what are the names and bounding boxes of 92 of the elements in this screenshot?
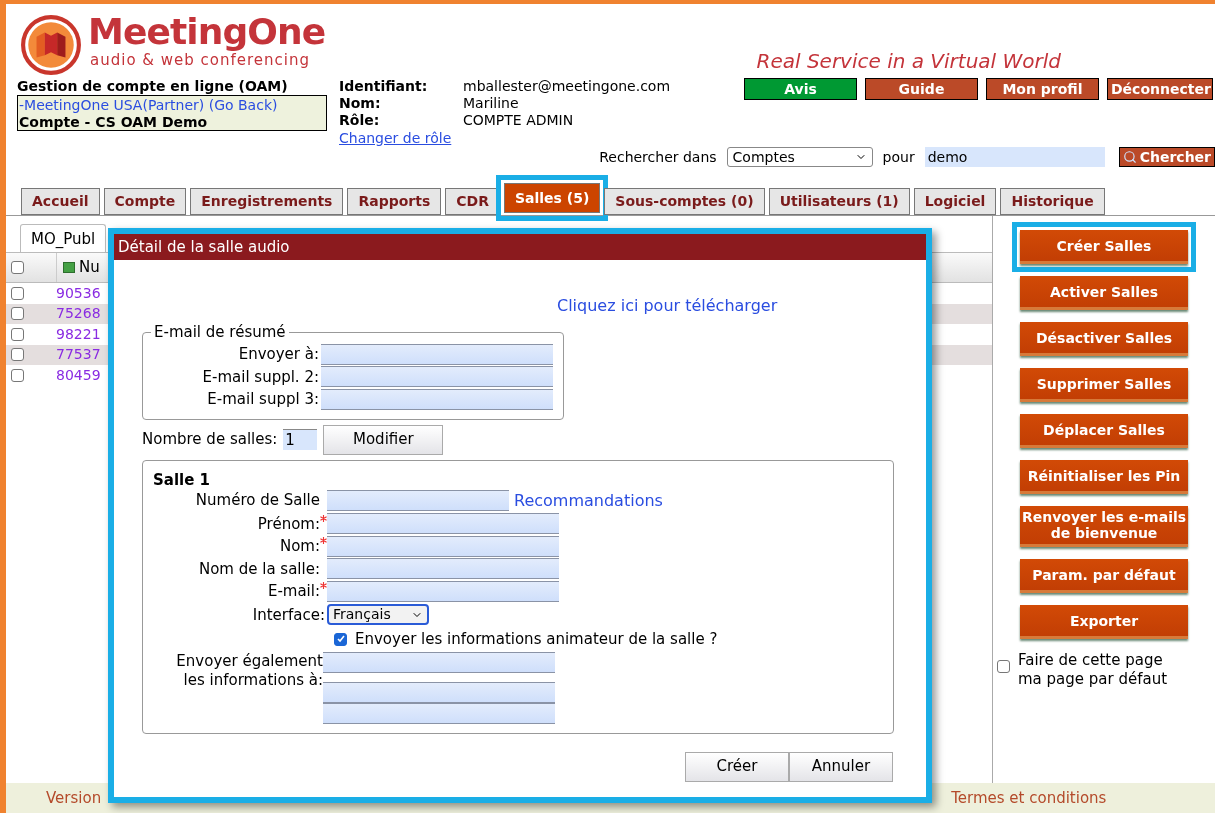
search-field[interactable]: demo: [924, 147, 1105, 167]
field-label: Nom de la salle:: [198, 558, 320, 580]
field-label: E-mail suppl 3:: [206, 389, 320, 410]
list-tab[interactable]: MO_Publ: [20, 224, 107, 252]
input-field[interactable]: [323, 702, 555, 724]
action-button[interactable]: Activer Salles: [1020, 276, 1188, 310]
room-number[interactable]: 90536: [56, 282, 101, 304]
field-label: E-mail suppl. 2:: [201, 366, 320, 388]
action-button[interactable]: Exporter: [1020, 605, 1188, 639]
header-button[interactable]: Mon profil: [986, 78, 1099, 100]
checkbox[interactable]: [997, 660, 1010, 673]
room-number[interactable]: 77537: [56, 344, 101, 366]
field-label: Interface:: [251, 604, 326, 626]
tab[interactable]: Accueil: [21, 188, 100, 215]
input-field[interactable]: [323, 681, 555, 703]
row-checkbox[interactable]: [11, 348, 24, 362]
action-button[interactable]: Réinitialiser les Pin: [1020, 460, 1188, 494]
action-button[interactable]: Déplacer Salles: [1020, 414, 1188, 448]
search-label: Rechercher dans: [599, 147, 717, 167]
tab[interactable]: Rapports: [347, 188, 442, 215]
interface-select[interactable]: Français: [327, 604, 429, 626]
scope-select[interactable]: Comptes: [726, 147, 873, 167]
column-header: Nu: [79, 257, 100, 279]
action-button[interactable]: Param. par défaut: [1020, 559, 1188, 593]
identity-label: Identifiant:: [339, 78, 429, 95]
input-field[interactable]: [323, 651, 555, 673]
column-icon: [63, 262, 75, 273]
field-label: E-mail:: [267, 581, 320, 602]
dialog-button[interactable]: Annuler: [789, 751, 893, 782]
input-field[interactable]: [327, 513, 559, 535]
count-label: Nombre de salles:: [142, 429, 278, 451]
field-label: Prénom:: [257, 513, 320, 535]
count-field[interactable]: 1: [283, 429, 318, 450]
brand-tagline: audio & web conferencing: [90, 52, 311, 68]
input-field[interactable]: [321, 343, 553, 365]
action-button[interactable]: Désactiver Salles: [1020, 322, 1188, 356]
row-checkbox[interactable]: [11, 286, 24, 300]
header-button[interactable]: Avis: [744, 78, 857, 100]
search-button[interactable]: Chercher: [1118, 147, 1215, 167]
field-label: Nom:: [279, 536, 320, 557]
input-field[interactable]: [327, 535, 559, 557]
header-button[interactable]: Déconnecter: [1107, 78, 1213, 100]
identity-label: Rôle:: [339, 112, 381, 129]
tab[interactable]: Logiciel: [913, 188, 997, 215]
checkbox[interactable]: [11, 261, 24, 274]
modify-button[interactable]: Modifier: [323, 424, 444, 455]
input-field[interactable]: [327, 490, 509, 511]
checkbox[interactable]: [334, 632, 347, 646]
identity-label: Nom:: [339, 95, 382, 112]
checkbox-label: Envoyer les informations animateur de la salle ?: [355, 629, 718, 650]
tab[interactable]: Utilisateurs (1): [768, 188, 910, 215]
action-button[interactable]: Créer Salles: [1020, 230, 1188, 264]
logo-icon: [20, 14, 82, 76]
account-name: Compte - CS OAM Demo: [19, 114, 209, 130]
change-role-link[interactable]: Changer de rôle: [339, 129, 452, 147]
identity-value: COMPTE ADMIN: [463, 112, 574, 129]
input-field[interactable]: [321, 366, 553, 388]
tab[interactable]: Compte: [103, 188, 187, 215]
brand-name: MeetingOne: [88, 12, 326, 52]
row-checkbox[interactable]: [11, 327, 24, 341]
action-button[interactable]: Renvoyer les e-mails de bienvenue: [1020, 506, 1188, 547]
tab[interactable]: Historique: [1000, 188, 1105, 215]
room-legend: Salle 1: [153, 470, 211, 489]
search-for-label: pour: [882, 147, 915, 167]
room-number[interactable]: 75268: [56, 303, 101, 325]
room-number[interactable]: 80459: [56, 364, 101, 386]
identity-value: Mariline: [463, 95, 519, 112]
tab[interactable]: Enregistrements: [190, 188, 344, 215]
field-label: Envoyer à:: [237, 344, 320, 365]
account-heading: Gestion de compte en ligne (OAM): [17, 78, 289, 95]
recommendations-link[interactable]: Recommandations: [514, 488, 663, 513]
field-label: Envoyer également les informations à:: [175, 651, 323, 691]
dialog-button[interactable]: Créer: [685, 751, 789, 782]
default-page-label: Faire de cette page ma page par défaut: [1018, 651, 1169, 689]
tab[interactable]: Sous-comptes (0): [604, 188, 765, 215]
go-back-link[interactable]: -MeetingOne USA(Partner) (Go Back): [19, 96, 325, 114]
field-label: Numéro de Salle: [195, 490, 320, 512]
input-field[interactable]: [327, 558, 559, 580]
search-icon: [1122, 150, 1137, 164]
input-field[interactable]: [321, 388, 553, 410]
identity-value: mballester@meetingone.com: [463, 78, 671, 95]
room-number[interactable]: 98221: [56, 323, 101, 345]
dialog-title: Détail de la salle audio: [114, 234, 926, 260]
input-field[interactable]: [327, 580, 559, 602]
row-checkbox[interactable]: [11, 307, 24, 321]
slogan: Real Service in a Virtual World: [756, 48, 1061, 75]
header-button[interactable]: Guide: [865, 78, 978, 100]
download-link[interactable]: Cliquez ici pour télécharger: [557, 294, 778, 318]
action-button[interactable]: Supprimer Salles: [1020, 368, 1188, 402]
row-checkbox[interactable]: [11, 368, 24, 382]
footer-link[interactable]: Termes et conditions: [951, 787, 1107, 813]
footer-link[interactable]: Version: [46, 787, 102, 813]
